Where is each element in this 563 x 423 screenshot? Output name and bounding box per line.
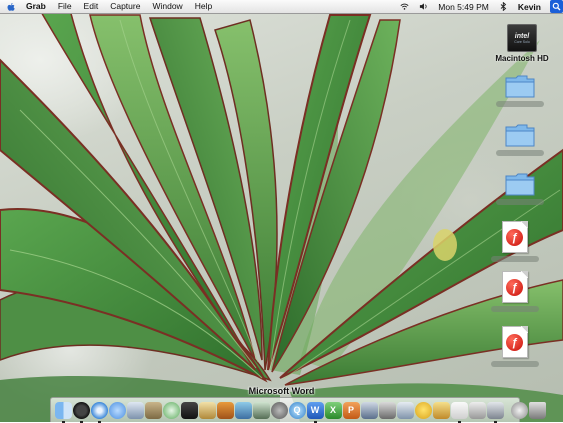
spotlight-search-icon[interactable] (550, 0, 563, 13)
address-book-icon[interactable] (144, 401, 162, 419)
blurred-label (491, 256, 539, 262)
monitor-app-icon[interactable] (360, 401, 378, 419)
menu-app-name[interactable]: Grab (20, 0, 52, 13)
dock: Q W X P (50, 397, 546, 423)
menu-window[interactable]: Window (146, 0, 188, 13)
folder-icon (505, 75, 535, 98)
flash-document-icon: ƒ (502, 271, 528, 303)
folder-icon (505, 173, 535, 196)
blurred-label (496, 199, 544, 205)
microsoft-excel-icon[interactable]: X (324, 401, 342, 419)
plant-leaves-image (0, 9, 563, 422)
desktop-wallpaper (0, 0, 563, 422)
microsoft-powerpoint-icon[interactable]: P (342, 401, 360, 419)
system-preferences-icon[interactable] (270, 401, 288, 419)
quicktime-icon[interactable]: Q (288, 401, 306, 419)
iphoto-icon[interactable] (198, 401, 216, 419)
mail-icon[interactable] (126, 401, 144, 419)
macintosh-hd-label: Macintosh HD (495, 54, 549, 63)
apple-menu-icon[interactable] (6, 2, 16, 12)
volume-icon[interactable] (419, 2, 428, 11)
flash-document-icon: ƒ (502, 326, 528, 358)
dashboard-icon[interactable] (72, 401, 90, 423)
menu-bar: Grab File Edit Capture Window Help Mon 5… (0, 0, 563, 14)
desktop-document-2[interactable]: ƒ (480, 271, 550, 312)
desktop-folder-3[interactable] (485, 172, 555, 205)
garageband-icon[interactable] (216, 401, 234, 419)
desktop-document-1[interactable]: ƒ (480, 221, 550, 262)
intel-badge: intel (514, 32, 530, 40)
pencil-app-icon[interactable] (432, 401, 450, 419)
menu-help[interactable]: Help (189, 0, 218, 13)
finder-icon[interactable] (54, 401, 72, 423)
blurred-label (491, 361, 539, 367)
safari-icon[interactable] (90, 401, 108, 423)
textedit-icon[interactable] (450, 401, 468, 423)
photo-app-icon[interactable] (234, 401, 252, 419)
pen-app-icon[interactable] (378, 401, 396, 419)
wifi-icon[interactable] (400, 2, 409, 11)
bluetooth-icon[interactable] (499, 2, 508, 11)
blurred-label (496, 150, 544, 156)
grab-icon[interactable] (486, 401, 504, 423)
imovie-icon[interactable] (180, 401, 198, 419)
duck-app-icon[interactable] (414, 401, 432, 419)
desktop-folder-2[interactable] (485, 123, 555, 156)
macintosh-hd-icon[interactable]: intel Core Solo Macintosh HD (487, 24, 557, 63)
preview-icon[interactable] (252, 401, 270, 419)
dock-tooltip: Microsoft Word (248, 386, 315, 396)
itunes-icon[interactable] (162, 401, 180, 419)
downloads-stack-icon[interactable] (510, 401, 528, 419)
trash-icon[interactable] (528, 401, 546, 419)
desktop-document-3[interactable]: ƒ (480, 326, 550, 367)
folder-icon (505, 124, 535, 147)
microsoft-word-icon[interactable]: W (306, 401, 324, 423)
blurred-label (496, 101, 544, 107)
menu-clock[interactable]: Mon 5:49 PM (438, 2, 489, 12)
ichat-icon[interactable] (108, 401, 126, 419)
hard-drive-icon: intel Core Solo (507, 24, 537, 52)
blurred-label (491, 306, 539, 312)
app-icon[interactable] (468, 401, 486, 419)
intel-badge-subtitle: Core Solo (514, 39, 530, 44)
desktop-folder-1[interactable] (485, 74, 555, 107)
menu-edit[interactable]: Edit (78, 0, 105, 13)
flash-document-icon: ƒ (502, 221, 528, 253)
menu-capture[interactable]: Capture (104, 0, 146, 13)
menu-user[interactable]: Kevin (518, 2, 541, 12)
menu-file[interactable]: File (52, 0, 78, 13)
script-app-icon[interactable] (396, 401, 414, 419)
